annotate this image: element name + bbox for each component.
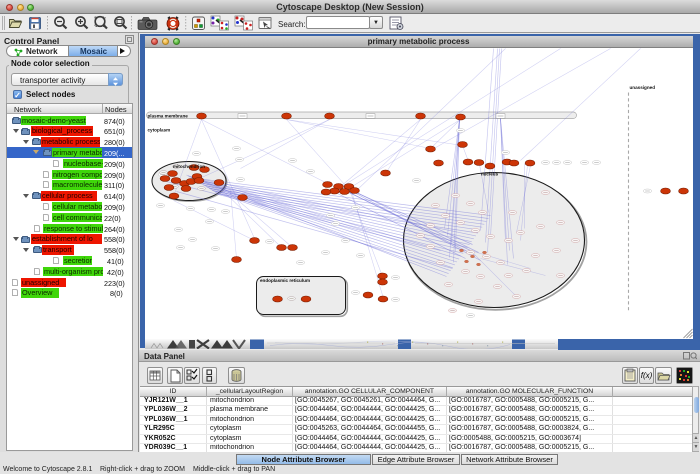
svg-text:cytoplasm: cytoplasm (147, 127, 170, 132)
svg-text:plasma membrane: plasma membrane (147, 113, 188, 118)
svg-text:nucleus: nucleus (480, 171, 498, 176)
svg-text:unassigned: unassigned (629, 85, 655, 90)
svg-text:mitochondrion: mitochondrion (172, 164, 204, 169)
svg-text:endoplasmic reticulum: endoplasmic reticulum (260, 278, 310, 283)
